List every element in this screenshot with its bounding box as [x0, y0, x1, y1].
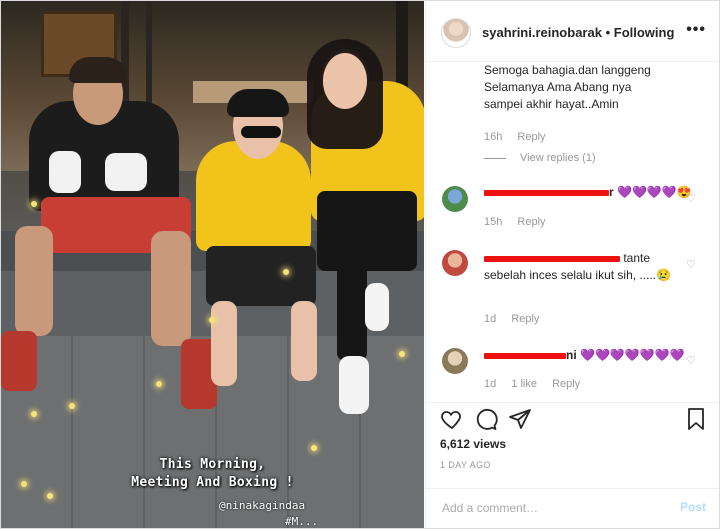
post-date: 1 DAY AGO: [440, 460, 491, 470]
sparkle-effect: [311, 445, 317, 451]
post-comment-button[interactable]: Post: [680, 500, 706, 514]
hand-wrap-left: [49, 151, 81, 193]
comment-age: 15h: [484, 216, 503, 228]
sparkle-effect: [399, 351, 405, 357]
boxing-shoe: [1, 331, 37, 391]
commenter-avatar[interactable]: [442, 250, 468, 276]
black-leggings: [317, 191, 417, 271]
woman-face: [323, 53, 367, 109]
woman-leg: [211, 301, 237, 386]
like-comment-icon[interactable]: ♡: [686, 354, 696, 367]
comment-age: 1d: [484, 313, 497, 325]
comment-body: 💜💜💜💜💜💜💜: [580, 348, 685, 362]
comment-line: Selamanya Ama Abang nya: [484, 80, 632, 94]
commenter-avatar[interactable]: [442, 348, 468, 374]
bookmark-icon[interactable]: [684, 407, 708, 431]
replies-divider: [484, 158, 506, 159]
sparkle-effect: [69, 403, 75, 409]
view-replies-button[interactable]: View replies (1): [520, 152, 596, 164]
woman-leg: [337, 261, 367, 361]
like-comment-icon[interactable]: ♡: [686, 258, 696, 271]
sparkle-effect: [31, 201, 37, 207]
separator-dot: •: [605, 25, 611, 40]
comment-meta: 15h Reply: [484, 216, 558, 228]
reply-button[interactable]: Reply: [517, 131, 545, 143]
comment-likes[interactable]: 1 like: [511, 378, 537, 390]
comment-age: 1d: [484, 378, 497, 390]
add-comment-bar: Post: [426, 488, 719, 528]
share-icon[interactable]: [508, 407, 532, 431]
post-actions: 6,612 views 1 DAY AGO Post: [426, 402, 719, 528]
reply-button[interactable]: Reply: [517, 216, 545, 228]
hand-wrap-right: [105, 153, 147, 191]
heart-icon[interactable]: [440, 407, 464, 431]
following-button[interactable]: Following: [614, 25, 675, 40]
comment-username-tail[interactable]: r: [609, 185, 614, 199]
redacted-username: [484, 352, 566, 359]
sparkle-effect: [283, 269, 289, 275]
more-horizontal-icon[interactable]: •••: [686, 21, 706, 39]
sparkle-effect: [209, 317, 215, 323]
view-count[interactable]: 6,612 views: [440, 437, 506, 451]
video-caption-line2: Meeting And Boxing !: [131, 475, 294, 490]
comment-meta: 16h Reply: [484, 131, 558, 143]
video-hashtag: #M...: [285, 515, 319, 528]
comment-line: tante: [623, 251, 651, 265]
sparkle-effect: [31, 411, 37, 417]
comments-list[interactable]: Semoga bahagia.dan langgeng Selamanya Am…: [426, 62, 719, 402]
instagram-post-window: This Morning, Meeting And Boxing ! @nina…: [0, 0, 720, 529]
boxer-leg: [15, 226, 53, 336]
comment-text: ni 💜💜💜💜💜💜💜: [484, 347, 685, 364]
boxer-leg: [151, 231, 191, 346]
comment-text: r 💜💜💜💜😍: [484, 184, 692, 201]
sparkle-effect: [47, 493, 53, 499]
comment-age: 16h: [484, 131, 503, 143]
comment-meta: 1d 1 like Reply: [484, 378, 592, 390]
like-comment-icon[interactable]: ♡: [686, 192, 696, 205]
comment-line: sebelah inces selalu ikut sih, .....😢: [484, 268, 672, 282]
comment-body: 💜💜💜💜😍: [617, 185, 692, 199]
redacted-username: [484, 255, 620, 262]
add-comment-input[interactable]: [440, 500, 664, 516]
comment-line: Semoga bahagia.dan langgeng: [484, 63, 651, 77]
author-avatar[interactable]: [441, 18, 471, 48]
post-side-panel: syahrini.reinobarak • Following ••• Semo…: [425, 1, 719, 528]
author-username-row: syahrini.reinobarak • Following: [482, 25, 674, 40]
reply-button[interactable]: Reply: [511, 313, 539, 325]
comment-icon[interactable]: [474, 407, 498, 431]
background-pillar: [146, 1, 152, 111]
reply-button[interactable]: Reply: [552, 378, 580, 390]
woman-hair: [227, 89, 289, 117]
black-pants: [206, 246, 316, 306]
comment-text: Semoga bahagia.dan langgeng Selamanya Am…: [484, 62, 651, 113]
video-mention: @ninakagindaa: [219, 499, 306, 512]
white-sneaker: [339, 356, 369, 414]
boxer-hair: [69, 57, 127, 83]
redacted-username: [484, 189, 609, 196]
comment-username-tail[interactable]: ni: [566, 348, 577, 362]
sunglasses: [241, 126, 281, 138]
video-caption-line1: This Morning,: [159, 457, 266, 472]
author-username[interactable]: syahrini.reinobarak: [482, 25, 602, 40]
woman-leg: [291, 301, 317, 381]
sparkle-effect: [156, 381, 162, 387]
comment-meta: 1d Reply: [484, 313, 551, 325]
white-sneaker: [365, 283, 389, 331]
comment-line: sampei akhir hayat..Amin: [484, 97, 619, 111]
commenter-avatar[interactable]: [442, 186, 468, 212]
post-video[interactable]: This Morning, Meeting And Boxing ! @nina…: [1, 1, 424, 528]
comment-text: tante sebelah inces selalu ikut sih, ...…: [484, 250, 671, 284]
post-header: syahrini.reinobarak • Following •••: [426, 1, 719, 62]
